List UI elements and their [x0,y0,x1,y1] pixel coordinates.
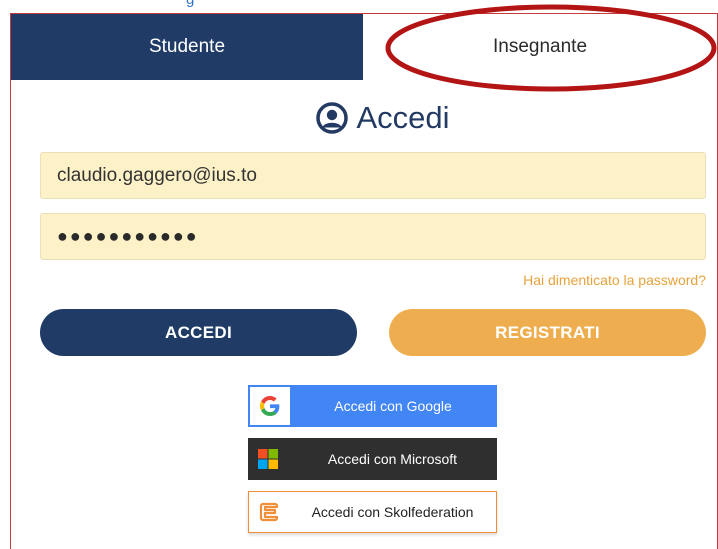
password-field[interactable]: ●●●●●●●●●●● [40,213,706,260]
skolfederation-signin-button[interactable]: Accedi con Skolfederation [248,491,497,533]
microsoft-signin-label: Accedi con Microsoft [327,451,458,467]
microsoft-signin-button[interactable]: Accedi con Microsoft [248,438,497,480]
password-field-value: ●●●●●●●●●●● [57,226,199,246]
top-strip [0,0,718,14]
email-field-value: claudio.gaggero@ius.to [57,164,257,186]
page-title: Accedi [0,100,718,136]
register-button[interactable]: REGISTRATI [389,309,706,356]
cropped-link-text: g [186,0,194,8]
skolfederation-icon [249,492,289,532]
user-circle-icon [316,102,349,134]
login-button[interactable]: ACCEDI [40,309,357,356]
email-field[interactable]: claudio.gaggero@ius.to [40,152,706,199]
page-title-text: Accedi [356,100,450,135]
forgot-password-link[interactable]: Hai dimenticato la password? [523,272,706,288]
skolfederation-signin-label: Accedi con Skolfederation [311,504,474,520]
google-signin-button[interactable]: Accedi con Google [248,385,497,427]
register-button-label: REGISTRATI [495,322,600,342]
tab-studente-label: Studente [148,36,226,57]
google-icon [250,387,290,425]
microsoft-icon [248,439,288,479]
tab-studente[interactable]: Studente [11,14,363,80]
google-signin-label: Accedi con Google [334,398,452,414]
login-button-label: ACCEDI [165,322,232,342]
tab-insegnante-label: Insegnante [492,36,588,57]
tab-insegnante[interactable]: Insegnante [363,14,717,80]
